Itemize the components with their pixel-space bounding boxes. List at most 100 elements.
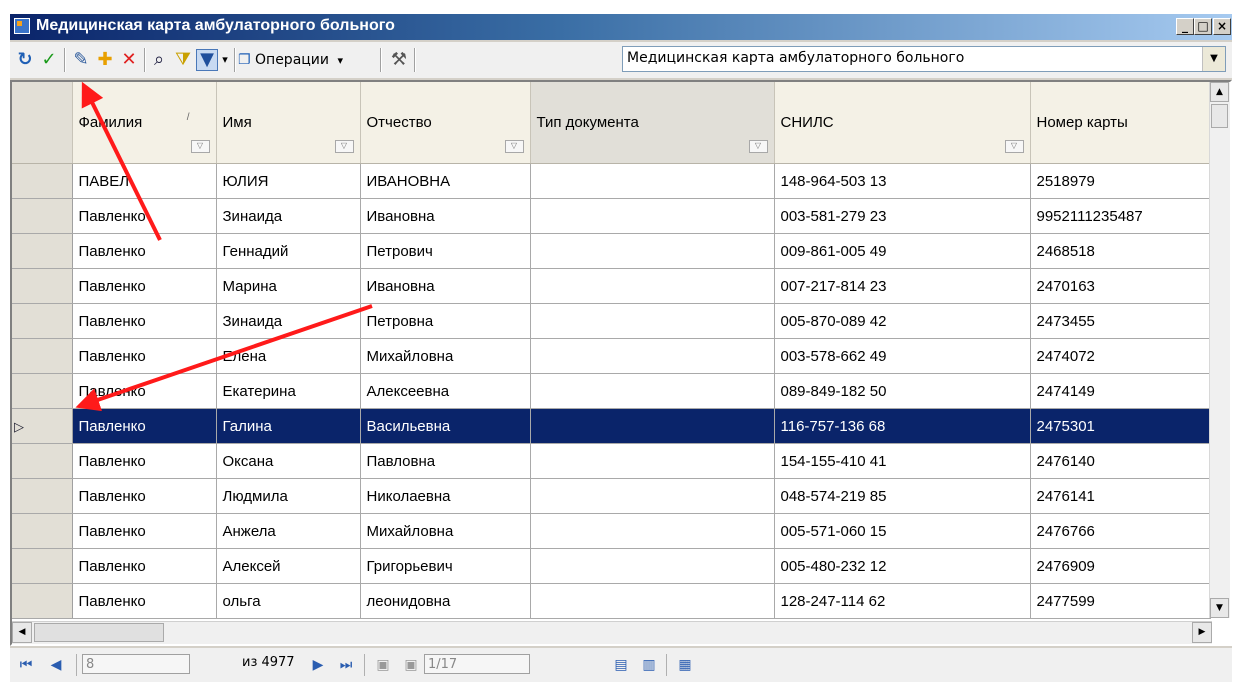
cell-card-number[interactable]: 2476909: [1030, 548, 1211, 584]
cell-card-number[interactable]: 2473455: [1030, 303, 1211, 339]
cell-card-number[interactable]: 2468518: [1030, 233, 1211, 269]
cell-snils[interactable]: 128-247-114 62: [774, 583, 1031, 619]
last-record-icon[interactable]: ⏭: [336, 654, 356, 676]
table-row[interactable]: Павленко Зинаида Петровна 005-870-089 42 247…: [12, 303, 1211, 339]
scroll-thumb[interactable]: [1211, 104, 1228, 128]
prev-record-icon[interactable]: ◀: [46, 654, 66, 676]
cell-lastname[interactable]: Павленко: [72, 583, 217, 619]
cell-document-type[interactable]: [530, 583, 775, 619]
refresh-icon[interactable]: ↻: [14, 49, 36, 71]
column-header-document-type[interactable]: Тип документа ▽: [530, 82, 775, 164]
chevron-down-icon[interactable]: ▼: [1202, 47, 1225, 71]
checkmark-icon[interactable]: ✓: [38, 49, 60, 71]
binoculars-icon[interactable]: ⌕: [148, 49, 170, 71]
filter-icon[interactable]: ▽: [190, 140, 210, 153]
cell-patronymic[interactable]: Николаевна: [360, 478, 531, 514]
cell-firstname[interactable]: Алексей: [216, 548, 361, 584]
cell-lastname[interactable]: ПАВЕЛ: [72, 163, 217, 199]
row-header[interactable]: ▷: [12, 408, 73, 444]
column-header-card-number[interactable]: Номер карты: [1030, 82, 1211, 164]
table-view-icon[interactable]: ▦: [674, 654, 696, 676]
first-record-icon[interactable]: ⏮: [16, 654, 36, 676]
cell-patronymic[interactable]: Васильевна: [360, 408, 531, 444]
cell-lastname[interactable]: Павленко: [72, 548, 217, 584]
cell-card-number[interactable]: 9952111235487: [1030, 198, 1211, 234]
tools-icon[interactable]: ⚒: [388, 49, 410, 71]
cell-lastname[interactable]: Павленко: [72, 303, 217, 339]
cell-firstname[interactable]: Екатерина: [216, 373, 361, 409]
cell-patronymic[interactable]: Павловна: [360, 443, 531, 479]
cell-firstname[interactable]: Людмила: [216, 478, 361, 514]
cell-document-type[interactable]: [530, 478, 775, 514]
cell-patronymic[interactable]: ИВАНОВНА: [360, 163, 531, 199]
table-row[interactable]: Павленко Алексей Григорьевич 005-480-232 12…: [12, 548, 1211, 584]
filter-icon[interactable]: ▽: [1004, 140, 1024, 153]
table-row[interactable]: ПАВЕЛ ЮЛИЯ ИВАНОВНА 148-964-503 13 2518979: [12, 163, 1211, 199]
cell-document-type[interactable]: [530, 548, 775, 584]
page-input[interactable]: 1/17: [424, 654, 530, 674]
cell-patronymic[interactable]: Петровна: [360, 303, 531, 339]
export-icon[interactable]: ▥: [638, 654, 660, 676]
cell-card-number[interactable]: 2470163: [1030, 268, 1211, 304]
maximize-button[interactable]: □: [1194, 18, 1212, 35]
cell-firstname[interactable]: ЮЛИЯ: [216, 163, 361, 199]
cell-lastname[interactable]: Павленко: [72, 198, 217, 234]
row-header[interactable]: [12, 443, 73, 479]
cell-card-number[interactable]: 2476140: [1030, 443, 1211, 479]
cell-lastname[interactable]: Павленко: [72, 268, 217, 304]
form-selector[interactable]: Медицинская карта амбулаторного больного…: [622, 46, 1226, 72]
operations-menu[interactable]: ❐ Операции ▾: [238, 49, 343, 71]
cell-snils[interactable]: 007-217-814 23: [774, 268, 1031, 304]
cell-patronymic[interactable]: Ивановна: [360, 198, 531, 234]
cell-card-number[interactable]: 2475301: [1030, 408, 1211, 444]
cell-firstname[interactable]: Зинаида: [216, 303, 361, 339]
table-row[interactable]: Павленко Елена Михайловна 003-578-662 49 247…: [12, 338, 1211, 374]
horizontal-scrollbar[interactable]: ◀ ▶: [12, 621, 1212, 644]
cell-document-type[interactable]: [530, 303, 775, 339]
cell-lastname[interactable]: Павленко: [72, 443, 217, 479]
cell-lastname[interactable]: Павленко: [72, 338, 217, 374]
cell-document-type[interactable]: [530, 513, 775, 549]
table-row[interactable]: Павленко Геннадий Петрович 009-861-005 49 24…: [12, 233, 1211, 269]
row-header[interactable]: [12, 268, 73, 304]
cell-snils[interactable]: 005-870-089 42: [774, 303, 1031, 339]
page-down-icon[interactable]: ▣: [400, 654, 422, 676]
row-header[interactable]: [12, 513, 73, 549]
cell-patronymic[interactable]: Ивановна: [360, 268, 531, 304]
row-header[interactable]: [12, 583, 73, 619]
column-header-patronymic[interactable]: Отчество ▽: [360, 82, 531, 164]
cell-lastname[interactable]: Павленко: [72, 478, 217, 514]
cell-document-type[interactable]: [530, 443, 775, 479]
table-row[interactable]: Павленко Анжела Михайловна 005-571-060 15 24…: [12, 513, 1211, 549]
filter-dropdown-arrow[interactable]: ▾: [220, 49, 230, 71]
cell-document-type[interactable]: [530, 408, 775, 444]
row-header[interactable]: [12, 373, 73, 409]
cell-snils[interactable]: 005-480-232 12: [774, 548, 1031, 584]
cell-document-type[interactable]: [530, 198, 775, 234]
row-header[interactable]: [12, 233, 73, 269]
close-button[interactable]: ×: [1213, 18, 1231, 35]
table-row[interactable]: Павленко ольга леонидовна 128-247-114 62 247…: [12, 583, 1211, 619]
table-row[interactable]: ▷ Павленко Галина Васильевна 116-757-136 68 2…: [12, 408, 1211, 444]
table-row[interactable]: Павленко Екатерина Алексеевна 089-849-182 5…: [12, 373, 1211, 409]
cell-lastname[interactable]: Павленко: [72, 373, 217, 409]
scroll-left-icon[interactable]: ◀: [12, 622, 32, 643]
cell-card-number[interactable]: 2518979: [1030, 163, 1211, 199]
cell-card-number[interactable]: 2476141: [1030, 478, 1211, 514]
filter-icon[interactable]: ▽: [504, 140, 524, 153]
vertical-scrollbar[interactable]: ▲ ▼: [1209, 82, 1230, 618]
minimize-button[interactable]: _: [1176, 18, 1194, 35]
cell-document-type[interactable]: [530, 233, 775, 269]
cell-firstname[interactable]: Геннадий: [216, 233, 361, 269]
cell-snils[interactable]: 003-581-279 23: [774, 198, 1031, 234]
cell-snils[interactable]: 116-757-136 68: [774, 408, 1031, 444]
cell-card-number[interactable]: 2474072: [1030, 338, 1211, 374]
cell-snils[interactable]: 003-578-662 49: [774, 338, 1031, 374]
cell-patronymic[interactable]: Алексеевна: [360, 373, 531, 409]
add-icon[interactable]: ✚: [94, 49, 116, 71]
cell-document-type[interactable]: [530, 163, 775, 199]
cell-lastname[interactable]: Павленко: [72, 513, 217, 549]
cell-firstname[interactable]: ольга: [216, 583, 361, 619]
scroll-right-icon[interactable]: ▶: [1192, 622, 1212, 643]
row-header[interactable]: [12, 338, 73, 374]
